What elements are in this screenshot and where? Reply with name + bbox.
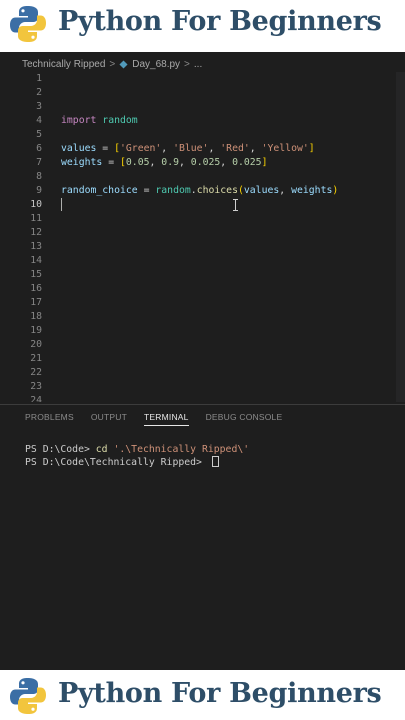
breadcrumb-more[interactable]: ... [194, 59, 202, 70]
code-line-8: random_choice = random.choices(values, w… [61, 184, 338, 198]
line-number-row: 11 [0, 212, 405, 226]
line-number-row: 18 [0, 310, 405, 324]
line-number-row: 22 [0, 366, 405, 380]
brand-header: Python For Beginners [0, 0, 405, 48]
line-number-row: 17 [0, 296, 405, 310]
tab-debug-console[interactable]: DEBUG CONSOLE [206, 407, 283, 427]
operator: = [137, 185, 156, 196]
terminal-line: PS D:\Code> cd '.\Technically Ripped\' [25, 443, 249, 456]
number-literal: 0.025 [190, 157, 221, 168]
line-number-row: 13 [0, 240, 405, 254]
brand-title: Python For Beginners [58, 678, 382, 709]
line-number: 12 [30, 227, 42, 238]
number-literal: 0.05 [125, 157, 150, 168]
line-number: 2 [36, 87, 42, 98]
python-file-icon [119, 59, 128, 69]
tab-terminal[interactable]: TERMINAL [144, 407, 189, 427]
line-number-row: 19 [0, 324, 405, 338]
bottom-panel: PROBLEMS OUTPUT TERMINAL DEBUG CONSOLE PS D… [0, 404, 405, 670]
arg-weights: weights [291, 185, 333, 196]
terminal-command: cd [95, 444, 108, 455]
var-weights: weights [61, 157, 103, 168]
line-number: 24 [30, 395, 42, 402]
terminal-line[interactable]: PS D:\Code\Technically Ripped> [25, 456, 219, 469]
line-number: 16 [30, 283, 42, 294]
breadcrumb-file[interactable]: Day_68.py [132, 59, 180, 70]
line-number-row: 23 [0, 380, 405, 394]
text-cursor [61, 198, 62, 211]
line-number-row: 12 [0, 226, 405, 240]
python-logo-icon [10, 678, 46, 714]
number-literal: 0.025 [232, 157, 262, 168]
comma: , [179, 157, 191, 168]
line-number-row: 16 [0, 282, 405, 296]
tab-output[interactable]: OUTPUT [91, 407, 127, 427]
line-number-row: 14 [0, 254, 405, 268]
comma: , [279, 185, 292, 196]
editor-scrollbar[interactable] [396, 72, 405, 402]
line-number: 11 [30, 213, 42, 224]
line-number: 23 [30, 381, 42, 392]
paren: ) [332, 185, 339, 196]
line-number: 13 [30, 241, 42, 252]
line-number: 14 [30, 255, 42, 266]
line-number: 22 [30, 367, 42, 378]
code-line-6: weights = [0.05, 0.9, 0.025, 0.025] [61, 156, 268, 170]
line-number-row: 24 [0, 394, 405, 402]
line-number: 1 [36, 73, 42, 84]
line-number: 21 [30, 353, 42, 364]
module-random: random [155, 185, 191, 196]
breadcrumb-separator: > [184, 58, 190, 70]
operator: = [102, 157, 120, 168]
line-number: 19 [30, 325, 42, 336]
comma: , [149, 157, 162, 168]
comma: , [220, 157, 233, 168]
function-choices: choices [196, 185, 238, 196]
breadcrumb-folder[interactable]: Technically Ripped [22, 59, 105, 70]
line-number-row: 21 [0, 352, 405, 366]
line-number-row: 1 [0, 72, 405, 86]
terminal-prompt: PS D:\Code\Technically Ripped> [25, 457, 208, 468]
tab-problems[interactable]: PROBLEMS [25, 407, 74, 427]
terminal-argument: '.\Technically Ripped\' [107, 444, 250, 455]
line-number: 18 [30, 311, 42, 322]
keyword-import: import [61, 115, 97, 126]
breadcrumb-separator: > [109, 58, 116, 70]
arg-values: values [243, 185, 280, 196]
line-number: 17 [30, 297, 42, 308]
python-logo-icon [10, 6, 46, 42]
code-line-3: import random [61, 114, 138, 128]
module-random: random [102, 115, 138, 126]
code-editor-window: Technically Ripped > Day_68.py > ... 24 2… [0, 52, 405, 670]
brand-title: Python For Beginners [58, 6, 382, 37]
panel-tabs: PROBLEMS OUTPUT TERMINAL DEBUG CONSOLE [0, 407, 299, 427]
brand-footer: Python For Beginners [0, 672, 405, 720]
number-literal: 0.9 [161, 157, 179, 168]
terminal-cursor [211, 456, 219, 467]
ibeam-cursor-icon [233, 199, 238, 211]
code-area[interactable]: 24 23 22 21 20 19 18 17 16 15 14 13 12 11 10 9 8 7 6 5 4 3 2 1 … [0, 72, 405, 402]
terminal-prompt: PS D:\Code> [25, 444, 96, 455]
line-number: 15 [30, 269, 42, 280]
line-number-row: 2 [0, 86, 405, 100]
line-number: 20 [30, 339, 42, 350]
var-random-choice: random_choice [61, 185, 138, 196]
bracket: ] [261, 157, 268, 168]
line-number-row: 20 [0, 338, 405, 352]
line-number-row: 15 [0, 268, 405, 282]
